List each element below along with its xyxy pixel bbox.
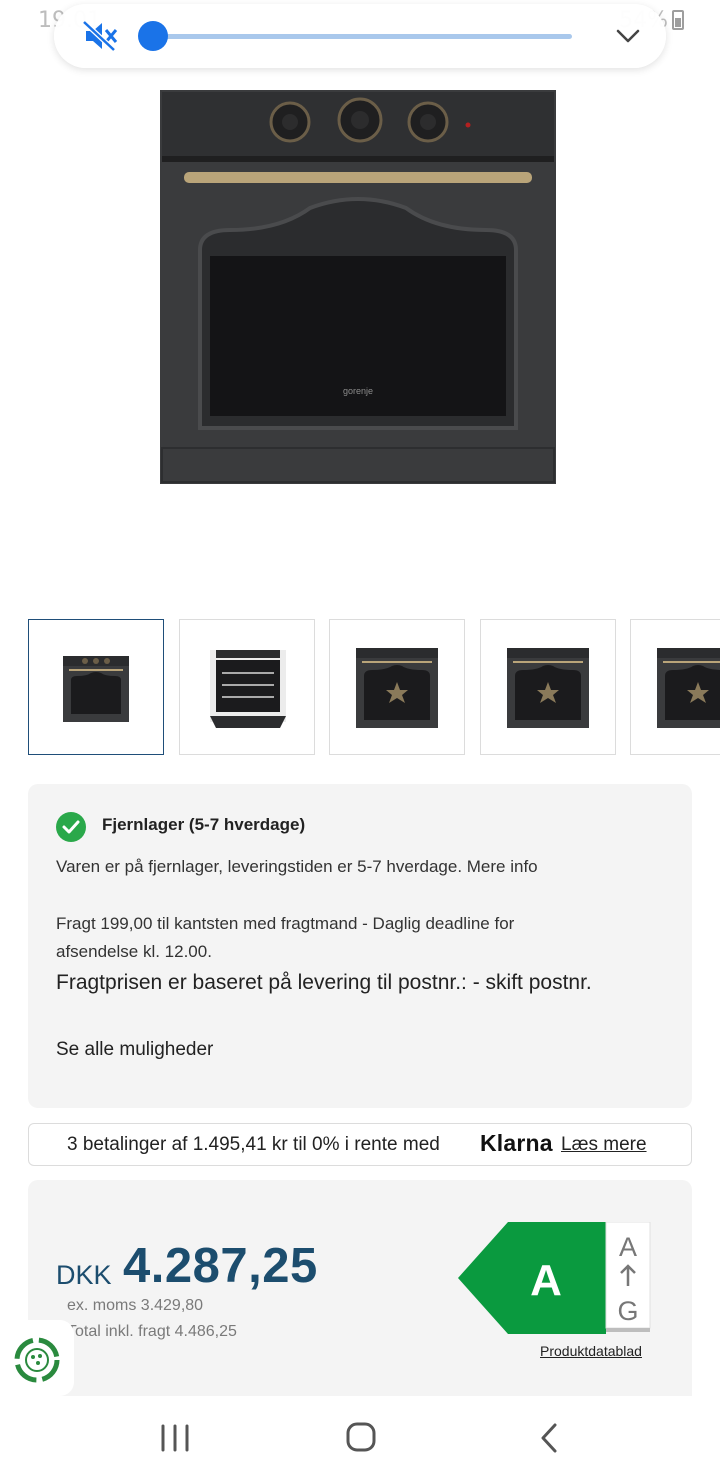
product-image[interactable]: gorenje xyxy=(160,90,556,484)
price-amount: 4.287,25 xyxy=(123,1239,318,1293)
volume-panel xyxy=(54,4,666,68)
freight-postcode-info[interactable]: Fragtprisen er baseret på levering til p… xyxy=(56,966,616,1000)
thumbnail-2[interactable] xyxy=(179,619,315,755)
eco-badge-icon xyxy=(14,1337,60,1383)
freight-info: Fragt 199,00 til kantsten med fragtmand … xyxy=(56,914,515,961)
thumbnail-strip[interactable] xyxy=(28,619,720,756)
volume-slider-thumb[interactable] xyxy=(138,21,168,51)
thumbnail-5[interactable] xyxy=(630,619,720,755)
check-icon xyxy=(56,812,86,842)
thumbnail-1[interactable] xyxy=(28,619,164,755)
thumbnail-4[interactable] xyxy=(480,619,616,755)
stock-description[interactable]: Varen er på fjernlager, leveringstiden e… xyxy=(56,857,538,877)
product-datasheet-link[interactable]: Produktdatablad xyxy=(540,1343,642,1359)
chevron-down-icon[interactable] xyxy=(614,22,642,50)
klarna-read-more-link[interactable]: Læs mere xyxy=(561,1134,647,1156)
price-card: DKK 4.287,25 ex. moms 3.429,80 Total ink… xyxy=(28,1180,692,1396)
stock-info-card: Fjernlager (5-7 hverdage) Varen er på fj… xyxy=(28,784,692,1108)
system-navigation-bar xyxy=(0,1396,720,1480)
see-all-options-link[interactable]: Se alle muligheder xyxy=(56,1039,213,1061)
battery-icon xyxy=(672,10,684,30)
klarna-installments-banner[interactable]: 3 betalinger af 1.495,41 kr til 0% i ren… xyxy=(28,1123,692,1166)
energy-scale-bottom: G xyxy=(617,1296,638,1326)
price-currency: DKK xyxy=(56,1260,112,1290)
price-ex-vat: ex. moms 3.429,80 xyxy=(67,1297,204,1314)
brand-logo: gorenje xyxy=(343,386,373,396)
back-icon[interactable] xyxy=(529,1420,569,1456)
stock-status-title: Fjernlager (5-7 hverdage) xyxy=(102,815,306,834)
thumbnail-3[interactable] xyxy=(329,619,465,755)
recent-apps-icon[interactable] xyxy=(155,1420,195,1456)
volume-slider-track[interactable] xyxy=(154,34,572,39)
klarna-installment-text: 3 betalinger af 1.495,41 kr til 0% i ren… xyxy=(67,1134,440,1155)
energy-scale-top: A xyxy=(619,1232,637,1262)
home-icon[interactable] xyxy=(341,1420,381,1456)
price-total-incl-freight: Total inkl. fragt 4.486,25 xyxy=(67,1323,237,1340)
klarna-logo: Klarna xyxy=(480,1130,553,1156)
energy-label[interactable]: A A G xyxy=(458,1222,652,1334)
energy-rating: A xyxy=(530,1256,562,1305)
eco-badge[interactable] xyxy=(0,1320,74,1396)
mute-icon[interactable] xyxy=(82,20,122,52)
